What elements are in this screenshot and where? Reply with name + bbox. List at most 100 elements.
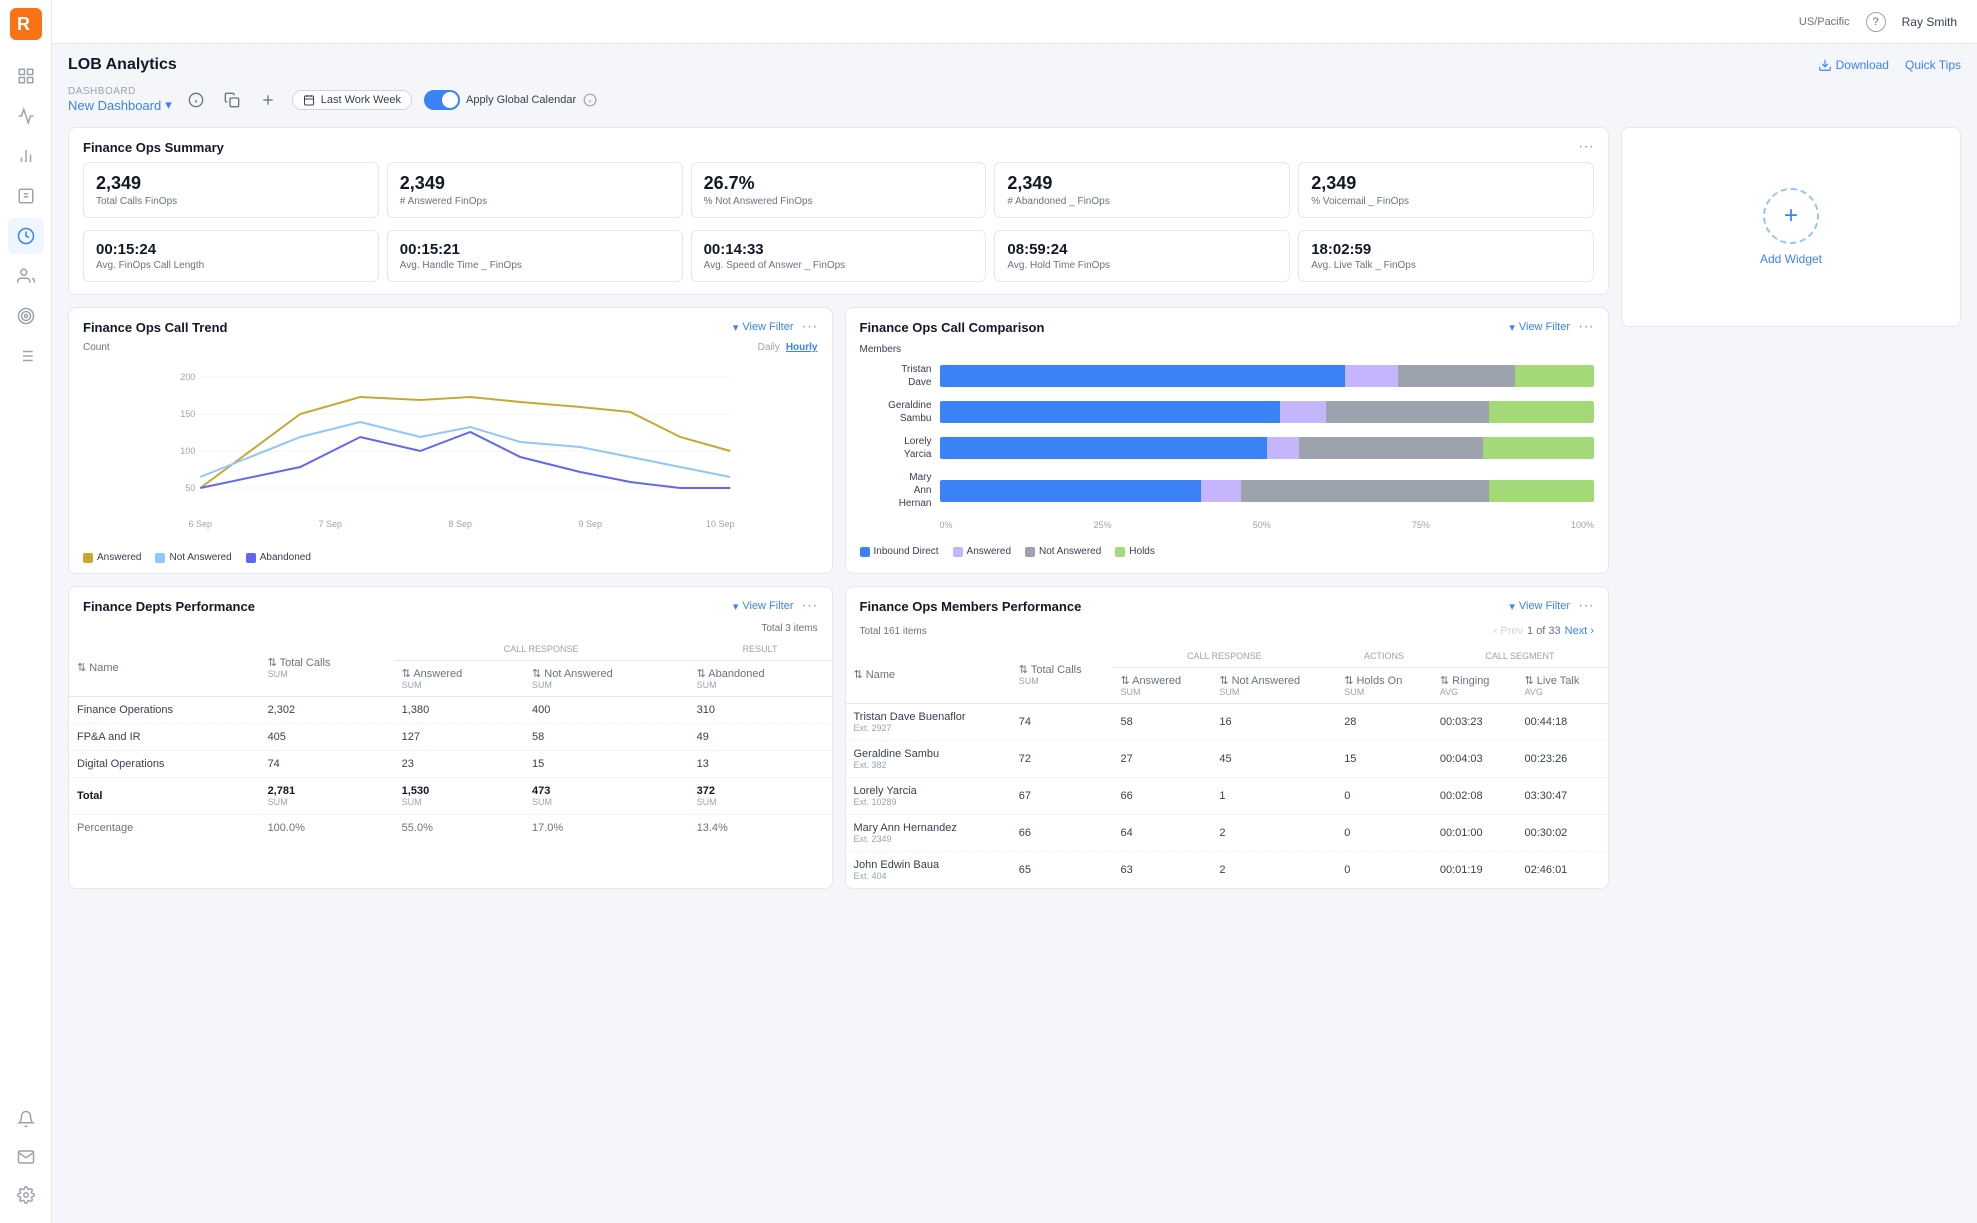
sort-icon: ⇅ — [1121, 675, 1130, 687]
info-button[interactable] — [184, 88, 208, 112]
th-total-calls[interactable]: ⇅ Total Calls SUM — [260, 638, 394, 697]
th-total-calls[interactable]: ⇅ Total Calls SUM — [1011, 645, 1113, 704]
bar-row-mary: MaryAnnHernan — [860, 471, 1595, 510]
th-name[interactable]: ⇅ Name — [846, 645, 1011, 704]
members-total-items: Total 161 items — [860, 626, 927, 637]
filter-icon: ▾ — [1509, 321, 1515, 334]
sidebar-item-analytics[interactable] — [8, 138, 44, 174]
chevron-down-icon: ▾ — [165, 97, 172, 113]
trend-menu-button[interactable]: ··· — [802, 318, 818, 336]
sidebar-item-lob[interactable] — [8, 218, 44, 254]
charts-row: Finance Ops Call Trend ▾ View Filter ···… — [68, 307, 1609, 574]
download-icon — [1818, 58, 1832, 72]
help-button[interactable]: ? — [1866, 12, 1886, 32]
members-table: ⇅ Name ⇅ Total Calls SUM CALL — [846, 645, 1609, 888]
call-comparison-card: Finance Ops Call Comparison ▾ View Filte… — [845, 307, 1610, 574]
seg-gray — [1398, 365, 1516, 387]
table-row: John Edwin BauaExt. 404 65 63 2 0 00:01:… — [846, 852, 1609, 889]
date-filter[interactable]: Last Work Week — [292, 90, 412, 110]
depts-total-items: Total 3 items — [69, 621, 832, 638]
depts-controls: ▾ View Filter ··· — [733, 597, 818, 615]
depts-view-filter[interactable]: ▾ View Filter — [733, 600, 794, 613]
stat-voicemail: 2,349 % Voicemail _ FinOps — [1298, 162, 1594, 218]
sort-icon: ⇅ — [532, 668, 541, 680]
percentage-row: Percentage 100.0% 55.0% 17.0% 13.4% — [69, 815, 832, 842]
summary-title: Finance Ops Summary — [83, 140, 224, 155]
th-not-answered[interactable]: ⇅ Not Answered SUM — [524, 661, 689, 697]
th-name[interactable]: ⇅ Name — [69, 638, 260, 697]
user-name[interactable]: Ray Smith — [1902, 15, 1957, 29]
depts-menu-button[interactable]: ··· — [802, 597, 818, 615]
sidebar-item-messages[interactable] — [8, 1139, 44, 1175]
tab-hourly[interactable]: Hourly — [786, 342, 818, 353]
dashboard-name[interactable]: New Dashboard ▾ — [68, 97, 172, 113]
th-answered[interactable]: ⇅ Answered SUM — [1113, 668, 1212, 704]
svg-text:8 Sep: 8 Sep — [448, 519, 472, 529]
th-call-segment: CALL SEGMENT — [1432, 645, 1608, 668]
summary-header: Finance Ops Summary ··· — [69, 128, 1608, 162]
members-table-wrapper: ⇅ Name ⇅ Total Calls SUM CALL — [846, 645, 1609, 888]
calendar-info-icon[interactable] — [582, 92, 598, 108]
th-holds-on[interactable]: ⇅ Holds On SUM — [1336, 668, 1432, 704]
trend-view-filter[interactable]: ▾ View Filter — [733, 321, 794, 334]
members-menu-button[interactable]: ··· — [1578, 597, 1594, 615]
stat-label: % Not Answered FinOps — [704, 196, 974, 207]
depts-performance-card: Finance Depts Performance ▾ View Filter … — [68, 586, 833, 889]
svg-text:9 Sep: 9 Sep — [578, 519, 602, 529]
th-ringing[interactable]: ⇅ Ringing AVG — [1432, 668, 1517, 704]
comparison-menu-button[interactable]: ··· — [1578, 318, 1594, 336]
holds-color — [1115, 547, 1125, 557]
sidebar-item-targets[interactable] — [8, 298, 44, 334]
legend-inbound: Inbound Direct — [860, 546, 939, 557]
prev-button[interactable]: ‹ Prev — [1494, 625, 1523, 637]
summary-card: Finance Ops Summary ··· 2,349 Total Call… — [68, 127, 1609, 295]
dashboard-breadcrumb: DASHBOARD New Dashboard ▾ — [68, 86, 172, 113]
th-abandoned[interactable]: ⇅ Abandoned SUM — [689, 661, 832, 697]
svg-text:10 Sep: 10 Sep — [706, 519, 735, 529]
calendar-toggle[interactable] — [424, 90, 460, 110]
summary-menu-button[interactable]: ··· — [1578, 138, 1594, 156]
tab-daily[interactable]: Daily — [758, 342, 780, 353]
stat-live-talk: 18:02:59 Avg. Live Talk _ FinOps — [1298, 230, 1594, 282]
stat-label: Avg. Hold Time FinOps — [1007, 260, 1277, 271]
trend-header: Finance Ops Call Trend ▾ View Filter ··· — [69, 308, 832, 342]
app-logo[interactable]: R — [10, 8, 42, 40]
call-trend-card: Finance Ops Call Trend ▾ View Filter ···… — [68, 307, 833, 574]
sidebar-item-home[interactable] — [8, 58, 44, 94]
stat-value: 00:15:24 — [96, 241, 366, 258]
add-widget-card[interactable]: + Add Widget — [1621, 127, 1961, 327]
bar-label: LorelyYarcia — [860, 435, 940, 461]
th-result: RESULT — [689, 638, 832, 661]
x-axis: 0% 25% 50% 75% 100% — [860, 520, 1595, 530]
legend-answered: Answered — [83, 552, 141, 563]
seg-lavender — [1280, 401, 1326, 423]
sidebar-item-settings[interactable] — [8, 1177, 44, 1213]
stat-label: # Answered FinOps — [400, 196, 670, 207]
th-live-talk[interactable]: ⇅ Live Talk AVG — [1516, 668, 1608, 704]
th-answered[interactable]: ⇅ Answered SUM — [394, 661, 524, 697]
sidebar-item-users[interactable] — [8, 258, 44, 294]
sidebar-item-reports[interactable] — [8, 178, 44, 214]
table-row: Digital Operations 74 23 15 13 — [69, 751, 832, 778]
copy-button[interactable] — [220, 88, 244, 112]
calendar-toggle-label: Apply Global Calendar — [466, 94, 576, 106]
depts-header: Finance Depts Performance ▾ View Filter … — [69, 587, 832, 621]
sidebar-item-lists[interactable] — [8, 338, 44, 374]
svg-text:150: 150 — [180, 409, 195, 419]
members-view-filter[interactable]: ▾ View Filter — [1509, 600, 1570, 613]
download-button[interactable]: Download — [1818, 58, 1889, 72]
abandoned-color — [246, 553, 256, 563]
quick-tips-button[interactable]: Quick Tips — [1905, 58, 1961, 72]
region-label: US/Pacific — [1799, 16, 1850, 28]
stat-value: 00:15:21 — [400, 241, 670, 258]
main-content: US/Pacific ? Ray Smith LOB Analytics Dow… — [52, 0, 1977, 1223]
stat-value: 00:14:33 — [704, 241, 974, 258]
next-button[interactable]: Next › — [1565, 625, 1594, 637]
sort-icon: ⇅ — [402, 668, 411, 680]
sidebar-item-notifications[interactable] — [8, 1101, 44, 1137]
comparison-view-filter[interactable]: ▾ View Filter — [1509, 321, 1570, 334]
add-button[interactable] — [256, 88, 280, 112]
sidebar-item-dashboard[interactable] — [8, 98, 44, 134]
time-tabs: Daily Hourly — [758, 342, 818, 353]
th-not-answered[interactable]: ⇅ Not Answered SUM — [1211, 668, 1336, 704]
